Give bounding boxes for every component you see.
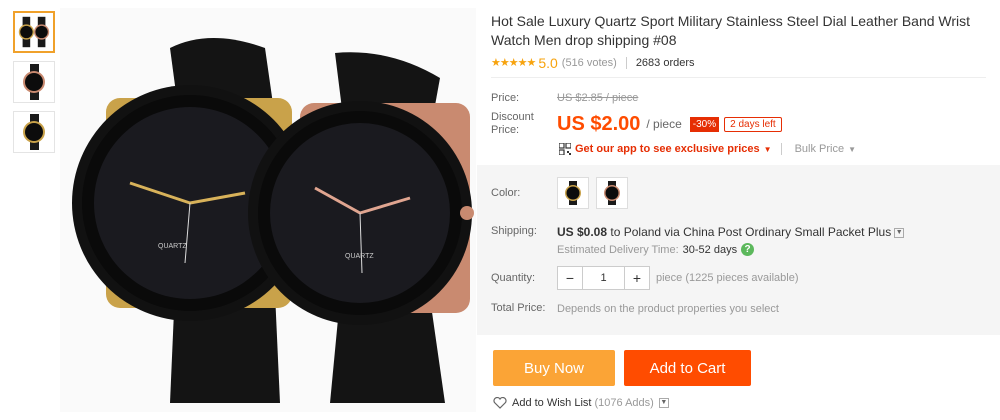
rating-row: ★★★★★ 5.0 (516 votes) 2683 orders: [491, 54, 986, 78]
color-swatch-rose-gold[interactable]: [596, 177, 628, 209]
color-swatch-gold[interactable]: [557, 177, 589, 209]
estimated-days: 30-52 days: [682, 243, 738, 256]
product-info: Hot Sale Luxury Quartz Sport Military St…: [491, 12, 986, 155]
minus-button[interactable]: −: [558, 267, 582, 289]
help-icon[interactable]: ?: [741, 243, 755, 256]
watch-thumbnail-icon: [23, 114, 45, 150]
discount-price: US $2.00: [557, 112, 641, 135]
old-price: US $2.85 / piece: [557, 92, 639, 104]
estimated-label: Estimated Delivery Time:: [557, 243, 679, 256]
quantity-row: Quantity: − 1 + piece (1225 pieces avail…: [491, 266, 986, 290]
total-value: Depends on the product properties you se…: [557, 302, 779, 315]
discount-badge: -30%: [689, 116, 720, 132]
days-left-badge: 2 days left: [724, 116, 782, 132]
quantity-label: Quantity:: [491, 271, 536, 284]
shipping-row: Shipping: US $0.08 to Poland via China P…: [491, 225, 986, 239]
per-piece: / piece: [646, 117, 682, 131]
wish-list[interactable]: Add to Wish List (1076 Adds) ▼: [493, 397, 669, 409]
discount-label: Discount Price:: [491, 111, 534, 136]
wish-count: (1076 Adds): [594, 397, 654, 409]
votes-link[interactable]: (516 votes): [562, 57, 617, 69]
discount-row: Discount Price: US $2.00 / piece -30% 2 …: [491, 111, 986, 137]
product-title: Hot Sale Luxury Quartz Sport Military St…: [491, 13, 971, 48]
shipping-cost: US $0.08: [557, 225, 608, 239]
qr-code-icon: [559, 143, 571, 155]
thumbnail-3[interactable]: [13, 111, 55, 153]
quantity-input[interactable]: 1: [582, 267, 625, 289]
bulk-price-link[interactable]: Bulk Price: [795, 143, 845, 155]
price-label: Price:: [491, 92, 520, 104]
shipping-label: Shipping:: [491, 225, 537, 237]
divider: [780, 143, 782, 155]
thumbnail-list: [13, 11, 57, 161]
app-promo-link[interactable]: Get our app to see exclusive prices: [575, 143, 760, 155]
wish-list-label[interactable]: Add to Wish List: [512, 397, 591, 409]
buy-now-button[interactable]: Buy Now: [493, 350, 615, 386]
rating-score: 5.0: [538, 54, 558, 71]
star-rating-icon: ★★★★★: [491, 57, 536, 69]
price-row: Price: US $2.85 / piece: [491, 92, 986, 105]
product-options: Color: Shipping: US $0.08 to Poland via …: [491, 175, 986, 315]
chevron-down-icon[interactable]: ▼: [894, 227, 905, 238]
watch-swatch-icon: [565, 181, 581, 205]
app-promo-row: Get our app to see exclusive prices ▼ Bu…: [559, 143, 986, 155]
chevron-down-icon[interactable]: ▼: [848, 145, 856, 154]
watch-pair-thumbnail-icon: [18, 16, 50, 48]
chevron-down-icon[interactable]: ▼: [658, 398, 669, 408]
chevron-down-icon[interactable]: ▼: [764, 145, 772, 154]
thumbnail-2[interactable]: [13, 61, 55, 103]
svg-text:QUARTZ: QUARTZ: [345, 253, 374, 260]
watch-swatch-icon: [604, 181, 620, 205]
action-buttons: Buy Now Add to Cart: [493, 350, 751, 386]
total-label: Total Price:: [491, 302, 546, 314]
color-label: Color:: [491, 186, 521, 199]
heart-icon: [493, 397, 507, 409]
estimated-delivery: Estimated Delivery Time: 30-52 days ?: [557, 243, 986, 256]
thumbnail-1[interactable]: [13, 11, 55, 53]
main-product-image[interactable]: QUARTZ QUARTZ: [60, 8, 476, 412]
shipping-info[interactable]: US $0.08 to Poland via China Post Ordina…: [557, 225, 905, 239]
quantity-stepper: − 1 +: [557, 266, 650, 290]
add-to-cart-button[interactable]: Add to Cart: [624, 350, 751, 386]
watches-image: QUARTZ QUARTZ: [72, 38, 474, 403]
svg-text:QUARTZ: QUARTZ: [158, 243, 187, 250]
watch-thumbnail-icon: [23, 64, 45, 100]
color-row: Color:: [491, 175, 986, 211]
total-row: Total Price: Depends on the product prop…: [491, 302, 986, 315]
available-count: piece (1225 pieces available): [656, 272, 799, 284]
orders-count: 2683 orders: [635, 56, 695, 69]
plus-button[interactable]: +: [625, 267, 649, 289]
shipping-destination: to Poland via China Post Ordinary Small …: [610, 225, 892, 239]
divider: [625, 56, 627, 69]
